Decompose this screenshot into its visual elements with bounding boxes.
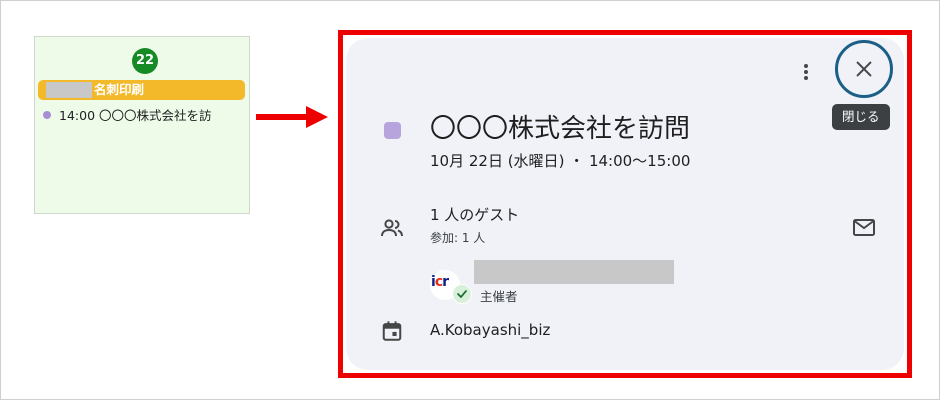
redacted-text (46, 82, 92, 98)
more-options-button[interactable] (794, 60, 818, 84)
arrow-right-icon (256, 106, 328, 128)
people-icon (381, 219, 403, 237)
event-datetime: 10月 22日 (水曜日) ・ 14:00〜15:00 (430, 152, 691, 170)
day-number-badge[interactable]: 22 (132, 48, 158, 74)
organizer-label: 主催者 (480, 289, 518, 304)
calendar-day-cell[interactable]: 22 名刺印刷 14:00 〇〇〇株式会社を訪 (34, 36, 250, 214)
more-vert-icon (804, 64, 808, 80)
calendar-owner-name: A.Kobayashi_biz (430, 321, 551, 339)
close-icon (856, 61, 872, 77)
guests-count: 1 人のゲスト (430, 206, 520, 224)
accepted-badge (452, 284, 472, 304)
event-color-dot (43, 111, 51, 119)
redacted-guest-name (474, 260, 674, 284)
event-title: 〇〇〇株式会社を訪問 (430, 114, 691, 144)
guest-avatar[interactable]: icr (430, 270, 472, 304)
check-icon (457, 290, 467, 298)
close-tooltip: 閉じる (832, 104, 890, 130)
avatar-logo: icr (431, 274, 449, 290)
calendar-icon (382, 321, 402, 341)
guests-attending: 参加: 1 人 (430, 231, 486, 245)
event-title-truncated: 〇〇〇株式会社を訪 (99, 108, 212, 123)
close-button[interactable] (835, 40, 893, 98)
event-detail-panel: 閉じる 〇〇〇株式会社を訪問 10月 22日 (水曜日) ・ 14:00〜15:… (346, 38, 904, 370)
event-chip-business-card[interactable]: 名刺印刷 (38, 80, 245, 100)
event-chip-label: 名刺印刷 (94, 82, 145, 97)
mail-icon (853, 219, 875, 236)
email-guests-button[interactable] (852, 218, 876, 242)
event-item-visit[interactable]: 14:00 〇〇〇株式会社を訪 (43, 107, 243, 125)
event-time: 14:00 (59, 108, 96, 123)
event-color-swatch (384, 122, 401, 139)
